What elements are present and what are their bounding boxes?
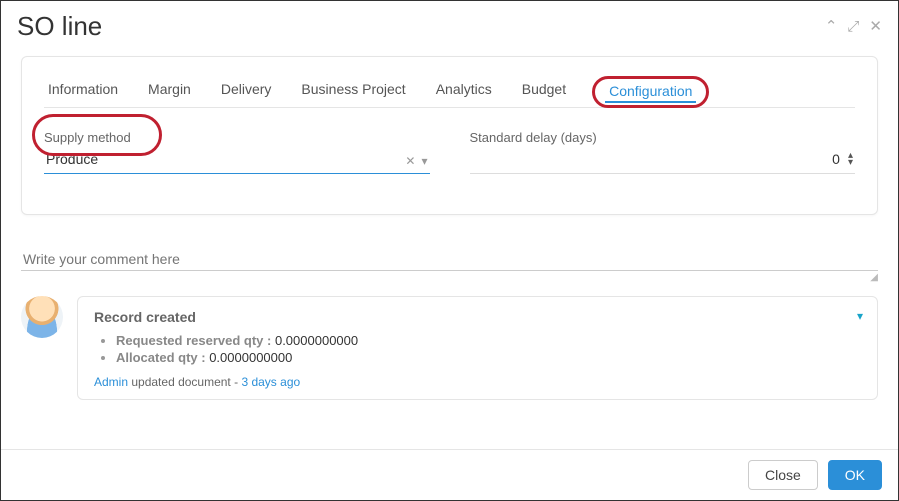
record-card: Record created ▾ Requested reserved qty … <box>77 296 878 400</box>
standard-delay-input[interactable]: 0 ▴ ▾ <box>470 147 856 174</box>
supply-method-field: Supply method ✕ ▾ <box>44 130 430 174</box>
close-icon[interactable]: ✕ <box>869 19 882 34</box>
resize-handle-icon[interactable]: ◢ <box>21 272 878 278</box>
config-card: Information Margin Delivery Business Pro… <box>21 56 878 215</box>
so-line-modal: SO line ⌃ ⤢ ✕ Information Margin Deliver… <box>1 1 898 500</box>
header-icons: ⌃ ⤢ ✕ <box>825 19 882 34</box>
step-down-icon[interactable]: ▾ <box>848 159 853 166</box>
record-list: Requested reserved qty : 0.0000000000 Al… <box>94 333 861 365</box>
record-time-link[interactable]: 3 days ago <box>241 375 300 389</box>
modal-title: SO line <box>17 11 102 42</box>
tab-budget[interactable]: Budget <box>518 75 570 107</box>
supply-method-input[interactable] <box>44 147 430 174</box>
record-action-text: updated document <box>131 375 230 389</box>
list-item: Allocated qty : 0.0000000000 <box>116 350 861 365</box>
record-item-value: 0.0000000000 <box>275 333 358 348</box>
modal-header: SO line ⌃ ⤢ ✕ <box>1 1 898 48</box>
standard-delay-field: Standard delay (days) 0 ▴ ▾ <box>470 130 856 174</box>
tab-business-project[interactable]: Business Project <box>297 75 409 107</box>
supply-method-input-icons: ✕ ▾ <box>405 154 427 168</box>
record-item-value: 0.0000000000 <box>209 350 292 365</box>
close-button[interactable]: Close <box>748 460 818 490</box>
expand-icon[interactable]: ⤢ <box>847 19 859 34</box>
comments-section: ◢ Record created ▾ Requested reserved qt… <box>21 245 878 400</box>
record-title: Record created <box>94 309 861 325</box>
list-item: Requested reserved qty : 0.0000000000 <box>116 333 861 348</box>
record-entry: Record created ▾ Requested reserved qty … <box>21 296 878 400</box>
ok-button[interactable]: OK <box>828 460 882 490</box>
comment-input[interactable] <box>21 245 878 271</box>
modal-body: Information Margin Delivery Business Pro… <box>1 48 898 449</box>
quantity-stepper[interactable]: ▴ ▾ <box>848 152 853 166</box>
tab-margin[interactable]: Margin <box>144 75 195 107</box>
tab-delivery[interactable]: Delivery <box>217 75 276 107</box>
dropdown-icon[interactable]: ▾ <box>421 154 427 168</box>
supply-method-label: Supply method <box>44 130 430 145</box>
tab-analytics[interactable]: Analytics <box>432 75 496 107</box>
record-item-label: Requested reserved qty : <box>116 333 271 348</box>
clear-icon[interactable]: ✕ <box>405 154 415 168</box>
record-user-link[interactable]: Admin <box>94 375 128 389</box>
tabs: Information Margin Delivery Business Pro… <box>44 75 855 108</box>
tab-configuration[interactable]: Configuration <box>592 76 709 108</box>
tab-information[interactable]: Information <box>44 75 122 107</box>
record-meta: Admin updated document - 3 days ago <box>94 375 861 389</box>
form-row: Supply method ✕ ▾ Standard delay (days) … <box>44 130 855 174</box>
modal-footer: Close OK <box>1 449 898 500</box>
record-toggle-icon[interactable]: ▾ <box>857 309 863 323</box>
avatar <box>21 296 63 338</box>
record-item-label: Allocated qty : <box>116 350 206 365</box>
standard-delay-value: 0 <box>832 151 840 167</box>
collapse-icon[interactable]: ⌃ <box>825 19 838 34</box>
standard-delay-label: Standard delay (days) <box>470 130 856 145</box>
